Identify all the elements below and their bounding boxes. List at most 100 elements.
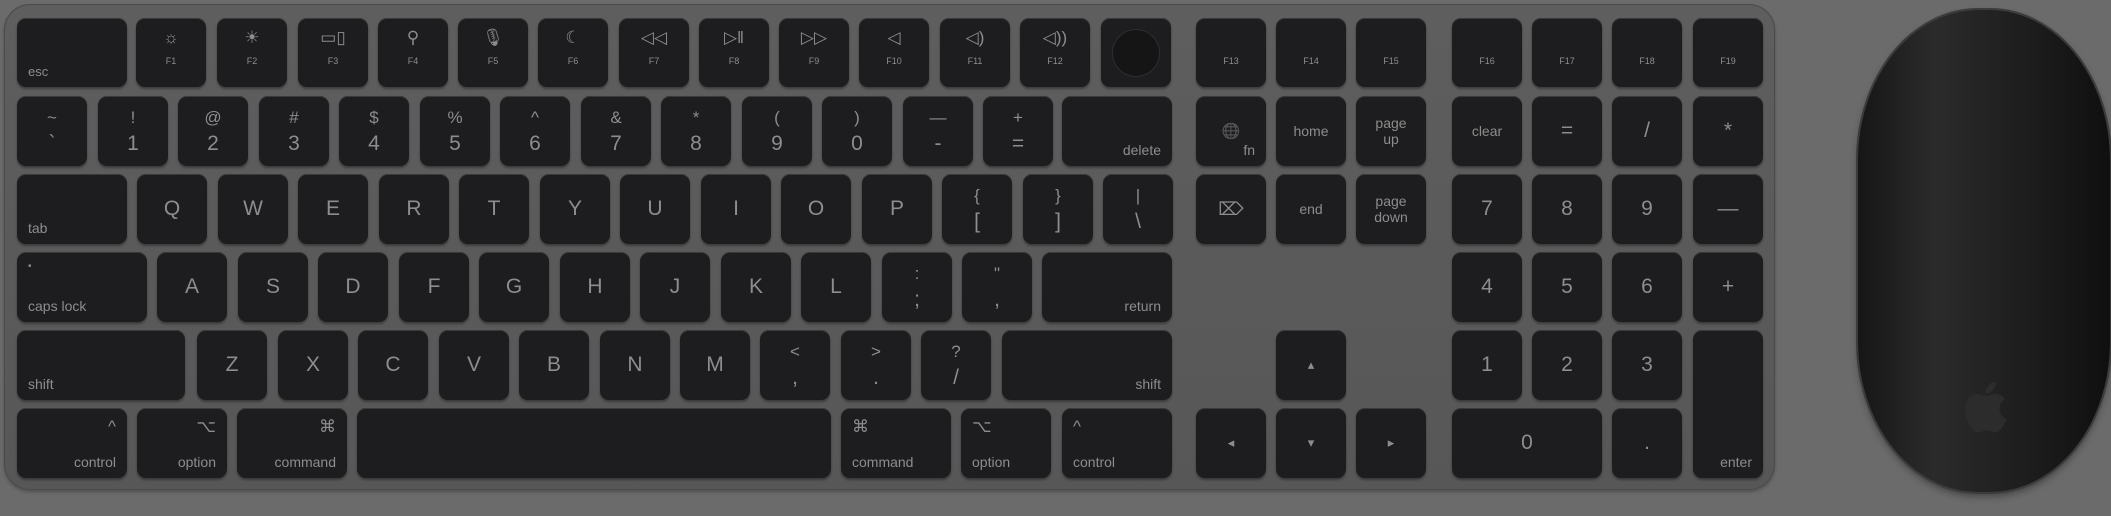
page-up-key[interactable]: page up — [1356, 96, 1426, 166]
function-key-f8[interactable]: ▷‖ F8 — [699, 18, 769, 87]
key-3[interactable]: #3 — [259, 96, 329, 166]
key-v[interactable]: V — [439, 330, 509, 400]
numpad-2-key[interactable]: 2 — [1532, 330, 1602, 400]
key-backtick[interactable]: ~ ` — [17, 96, 87, 166]
numpad-4-key[interactable]: 4 — [1452, 252, 1522, 322]
key-x[interactable]: X — [278, 330, 348, 400]
function-key-f17[interactable]: F17 — [1532, 18, 1602, 87]
numpad-3-key[interactable]: 3 — [1612, 330, 1682, 400]
arrow-up-key[interactable]: ▴ — [1276, 330, 1346, 400]
numpad-clear-key[interactable]: clear — [1452, 96, 1522, 166]
numpad-decimal-key[interactable]: . — [1612, 408, 1682, 478]
function-key-f6[interactable]: ☾ F6 — [538, 18, 608, 87]
caps-lock-key[interactable]: • caps lock — [17, 252, 147, 322]
touch-id-key[interactable] — [1101, 18, 1171, 87]
right-shift-key[interactable]: shift — [1002, 330, 1172, 400]
numpad-5-key[interactable]: 5 — [1532, 252, 1602, 322]
function-key-f13[interactable]: F13 — [1196, 18, 1266, 87]
key-bracket-1[interactable]: }] — [1023, 174, 1093, 244]
key-symbol[interactable]: + = — [983, 96, 1053, 166]
numpad-multiply-key[interactable]: * — [1693, 96, 1763, 166]
function-key-f5[interactable]: 🎙 F5 — [458, 18, 528, 87]
key-bracket-0[interactable]: {[ — [942, 174, 1012, 244]
key-1[interactable]: ! 1 — [98, 96, 168, 166]
space-bar[interactable] — [357, 408, 831, 478]
right-control-key[interactable]: ^ control — [1062, 408, 1172, 478]
function-key-f19[interactable]: F19 — [1693, 18, 1763, 87]
key-h[interactable]: H — [560, 252, 630, 322]
key-s[interactable]: S — [238, 252, 308, 322]
key-j[interactable]: J — [640, 252, 710, 322]
key-5[interactable]: % 5 — [420, 96, 490, 166]
numpad-enter-key[interactable]: enter — [1693, 330, 1763, 478]
home-key[interactable]: home — [1276, 96, 1346, 166]
function-key-f10[interactable]: ◁ F10 — [859, 18, 929, 87]
arrow-left-key[interactable]: ◂ — [1196, 408, 1266, 478]
key-i[interactable]: I — [701, 174, 771, 244]
function-key-f7[interactable]: ◁◁ F7 — [619, 18, 689, 87]
key-quote[interactable]: ", — [962, 252, 1032, 322]
numpad-plus-key[interactable]: + — [1693, 252, 1763, 322]
key-bracket-2[interactable]: | \ — [1103, 174, 1173, 244]
numpad-6-key[interactable]: 6 — [1612, 252, 1682, 322]
function-key-f12[interactable]: ◁)) F12 — [1020, 18, 1090, 87]
key-9[interactable]: (9 — [742, 96, 812, 166]
key-w[interactable]: W — [218, 174, 288, 244]
key-n[interactable]: N — [600, 330, 670, 400]
function-key-f3[interactable]: ▭▯ F3 — [298, 18, 368, 87]
key-c[interactable]: C — [358, 330, 428, 400]
key-6[interactable]: ^ 6 — [500, 96, 570, 166]
numpad-9-key[interactable]: 9 — [1612, 174, 1682, 244]
key-m[interactable]: M — [680, 330, 750, 400]
key-g[interactable]: G — [479, 252, 549, 322]
function-key-f1[interactable]: ☼ F1 — [136, 18, 206, 87]
function-key-f15[interactable]: F15 — [1356, 18, 1426, 87]
numpad-0-key[interactable]: 0 — [1452, 408, 1602, 478]
key-8[interactable]: * 8 — [661, 96, 731, 166]
key-e[interactable]: E — [298, 174, 368, 244]
key-o[interactable]: O — [781, 174, 851, 244]
left-command-key[interactable]: ⌘ command — [237, 408, 347, 478]
function-key-f4[interactable]: ⚲ F4 — [378, 18, 448, 87]
key-semicolon[interactable]: :; — [882, 252, 952, 322]
key-punct-1[interactable]: >. — [841, 330, 911, 400]
key-r[interactable]: R — [379, 174, 449, 244]
key-punct-2[interactable]: ? / — [921, 330, 991, 400]
forward-delete-key[interactable]: ⌦ — [1196, 174, 1266, 244]
key-z[interactable]: Z — [197, 330, 267, 400]
key-a[interactable]: A — [157, 252, 227, 322]
numpad-equals-key[interactable]: = — [1532, 96, 1602, 166]
function-key-f9[interactable]: ▷▷ F9 — [779, 18, 849, 87]
key-t[interactable]: T — [459, 174, 529, 244]
numpad-divide-key[interactable]: / — [1612, 96, 1682, 166]
key-f[interactable]: F — [399, 252, 469, 322]
return-key[interactable]: return — [1042, 252, 1172, 322]
fn-globe-key[interactable]: 🌐 fn — [1196, 96, 1266, 166]
function-key-f14[interactable]: F14 — [1276, 18, 1346, 87]
page-down-key[interactable]: page down — [1356, 174, 1426, 244]
key-0[interactable]: ) 0 — [822, 96, 892, 166]
function-key-f11[interactable]: ◁) F11 — [940, 18, 1010, 87]
function-key-f2[interactable]: ☀ F2 — [217, 18, 287, 87]
function-key-f16[interactable]: F16 — [1452, 18, 1522, 87]
end-key[interactable]: end — [1276, 174, 1346, 244]
tab-key[interactable]: tab — [17, 174, 127, 244]
key-u[interactable]: U — [620, 174, 690, 244]
key-y[interactable]: Y — [540, 174, 610, 244]
arrow-down-key[interactable]: ▾ — [1276, 408, 1346, 478]
right-command-key[interactable]: ⌘ command — [841, 408, 951, 478]
key-b[interactable]: B — [519, 330, 589, 400]
numpad-minus-key[interactable]: — — [1693, 174, 1763, 244]
key-p[interactable]: P — [862, 174, 932, 244]
key-4[interactable]: $4 — [339, 96, 409, 166]
key-7[interactable]: & 7 — [581, 96, 651, 166]
left-shift-key[interactable]: shift — [17, 330, 185, 400]
esc-key[interactable]: esc — [17, 18, 127, 87]
key-k[interactable]: K — [721, 252, 791, 322]
left-control-key[interactable]: ^ control — [17, 408, 127, 478]
magic-mouse[interactable] — [1858, 10, 2110, 492]
arrow-right-key[interactable]: ▸ — [1356, 408, 1426, 478]
key-punct-0[interactable]: <, — [760, 330, 830, 400]
key-l[interactable]: L — [801, 252, 871, 322]
key-q[interactable]: Q — [137, 174, 207, 244]
